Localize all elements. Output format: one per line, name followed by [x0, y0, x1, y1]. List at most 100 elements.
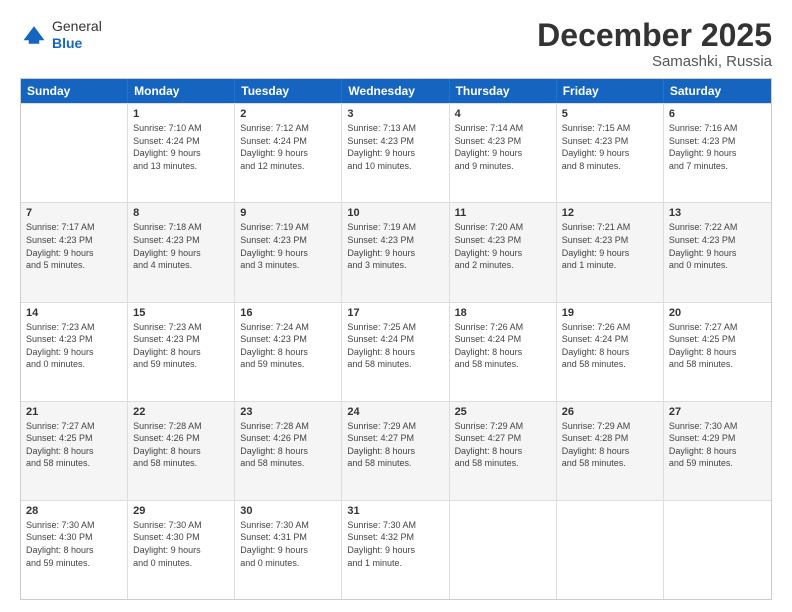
day-info: Sunrise: 7:25 AM Sunset: 4:24 PM Dayligh…	[347, 321, 443, 371]
weekday-header-monday: Monday	[128, 79, 235, 103]
calendar-header: SundayMondayTuesdayWednesdayThursdayFrid…	[21, 79, 771, 103]
calendar-cell: 23 Sunrise: 7:28 AM Sunset: 4:26 PM Dayli…	[235, 402, 342, 500]
logo-text: General Blue	[52, 18, 102, 52]
logo-icon	[20, 21, 48, 49]
weekday-header-wednesday: Wednesday	[342, 79, 449, 103]
day-info: Sunrise: 7:19 AM Sunset: 4:23 PM Dayligh…	[240, 221, 336, 271]
day-number: 10	[347, 207, 443, 219]
day-number: 7	[26, 207, 122, 219]
location: Samashki, Russia	[537, 53, 772, 70]
month-title: December 2025	[537, 18, 772, 53]
weekday-header-friday: Friday	[557, 79, 664, 103]
day-number: 9	[240, 207, 336, 219]
calendar-row-3: 14 Sunrise: 7:23 AM Sunset: 4:23 PM Dayli…	[21, 302, 771, 401]
day-info: Sunrise: 7:27 AM Sunset: 4:25 PM Dayligh…	[26, 420, 122, 470]
calendar-cell	[557, 501, 664, 599]
logo-blue: Blue	[52, 35, 102, 52]
calendar-cell	[450, 501, 557, 599]
day-number: 23	[240, 406, 336, 418]
logo: General Blue	[20, 18, 102, 52]
day-number: 24	[347, 406, 443, 418]
calendar-row-5: 28Sunrise: 7:30 AM Sunset: 4:30 PM Dayli…	[21, 500, 771, 599]
calendar-cell: 11Sunrise: 7:20 AM Sunset: 4:23 PM Dayli…	[450, 203, 557, 301]
day-number: 30	[240, 505, 336, 517]
calendar-cell	[21, 104, 128, 202]
calendar-cell: 14 Sunrise: 7:23 AM Sunset: 4:23 PM Dayli…	[21, 303, 128, 401]
calendar-row-2: 7 Sunrise: 7:17 AM Sunset: 4:23 PM Daylig…	[21, 202, 771, 301]
day-info: Sunrise: 7:23 AM Sunset: 4:23 PM Dayligh…	[133, 321, 229, 371]
day-number: 13	[669, 207, 766, 219]
day-number: 21	[26, 406, 122, 418]
calendar-cell: 19 Sunrise: 7:26 AM Sunset: 4:24 PM Dayli…	[557, 303, 664, 401]
day-info: Sunrise: 7:28 AM Sunset: 4:26 PM Dayligh…	[240, 420, 336, 470]
calendar-cell: 13 Sunrise: 7:22 AM Sunset: 4:23 PM Dayli…	[664, 203, 771, 301]
logo-general: General	[52, 18, 102, 35]
day-number: 16	[240, 307, 336, 319]
day-info: Sunrise: 7:17 AM Sunset: 4:23 PM Dayligh…	[26, 221, 122, 271]
day-number: 31	[347, 505, 443, 517]
weekday-header-tuesday: Tuesday	[235, 79, 342, 103]
day-info: Sunrise: 7:28 AM Sunset: 4:26 PM Dayligh…	[133, 420, 229, 470]
calendar-cell: 4 Sunrise: 7:14 AM Sunset: 4:23 PM Daylig…	[450, 104, 557, 202]
calendar-cell: 29Sunrise: 7:30 AM Sunset: 4:30 PM Dayli…	[128, 501, 235, 599]
weekday-header-sunday: Sunday	[21, 79, 128, 103]
calendar-cell: 18Sunrise: 7:26 AM Sunset: 4:24 PM Dayli…	[450, 303, 557, 401]
day-number: 2	[240, 108, 336, 120]
day-number: 27	[669, 406, 766, 418]
day-info: Sunrise: 7:22 AM Sunset: 4:23 PM Dayligh…	[669, 221, 766, 271]
day-info: Sunrise: 7:30 AM Sunset: 4:31 PM Dayligh…	[240, 519, 336, 569]
header: General Blue December 2025 Samashki, Rus…	[20, 18, 772, 70]
day-info: Sunrise: 7:23 AM Sunset: 4:23 PM Dayligh…	[26, 321, 122, 371]
day-info: Sunrise: 7:10 AM Sunset: 4:24 PM Dayligh…	[133, 122, 229, 172]
calendar-cell: 27 Sunrise: 7:30 AM Sunset: 4:29 PM Dayli…	[664, 402, 771, 500]
day-info: Sunrise: 7:24 AM Sunset: 4:23 PM Dayligh…	[240, 321, 336, 371]
calendar-cell: 2 Sunrise: 7:12 AM Sunset: 4:24 PM Daylig…	[235, 104, 342, 202]
day-info: Sunrise: 7:15 AM Sunset: 4:23 PM Dayligh…	[562, 122, 658, 172]
day-info: Sunrise: 7:16 AM Sunset: 4:23 PM Dayligh…	[669, 122, 766, 172]
calendar-cell: 30 Sunrise: 7:30 AM Sunset: 4:31 PM Dayli…	[235, 501, 342, 599]
day-info: Sunrise: 7:30 AM Sunset: 4:30 PM Dayligh…	[26, 519, 122, 569]
calendar-cell: 21 Sunrise: 7:27 AM Sunset: 4:25 PM Dayli…	[21, 402, 128, 500]
day-number: 18	[455, 307, 551, 319]
calendar-cell: 9 Sunrise: 7:19 AM Sunset: 4:23 PM Daylig…	[235, 203, 342, 301]
calendar-row-1: 1 Sunrise: 7:10 AM Sunset: 4:24 PM Daylig…	[21, 103, 771, 202]
day-number: 1	[133, 108, 229, 120]
calendar-cell: 17Sunrise: 7:25 AM Sunset: 4:24 PM Dayli…	[342, 303, 449, 401]
day-info: Sunrise: 7:18 AM Sunset: 4:23 PM Dayligh…	[133, 221, 229, 271]
day-info: Sunrise: 7:14 AM Sunset: 4:23 PM Dayligh…	[455, 122, 551, 172]
day-number: 12	[562, 207, 658, 219]
day-number: 8	[133, 207, 229, 219]
day-info: Sunrise: 7:12 AM Sunset: 4:24 PM Dayligh…	[240, 122, 336, 172]
calendar-cell: 24 Sunrise: 7:29 AM Sunset: 4:27 PM Dayli…	[342, 402, 449, 500]
calendar-body: 1 Sunrise: 7:10 AM Sunset: 4:24 PM Daylig…	[21, 103, 771, 599]
day-number: 25	[455, 406, 551, 418]
calendar-cell: 22 Sunrise: 7:28 AM Sunset: 4:26 PM Dayli…	[128, 402, 235, 500]
calendar-cell: 10 Sunrise: 7:19 AM Sunset: 4:23 PM Dayli…	[342, 203, 449, 301]
calendar-cell: 12 Sunrise: 7:21 AM Sunset: 4:23 PM Dayli…	[557, 203, 664, 301]
day-number: 15	[133, 307, 229, 319]
day-info: Sunrise: 7:30 AM Sunset: 4:29 PM Dayligh…	[669, 420, 766, 470]
calendar: SundayMondayTuesdayWednesdayThursdayFrid…	[20, 78, 772, 600]
day-number: 19	[562, 307, 658, 319]
calendar-cell: 31 Sunrise: 7:30 AM Sunset: 4:32 PM Dayli…	[342, 501, 449, 599]
day-info: Sunrise: 7:19 AM Sunset: 4:23 PM Dayligh…	[347, 221, 443, 271]
day-number: 22	[133, 406, 229, 418]
day-info: Sunrise: 7:29 AM Sunset: 4:27 PM Dayligh…	[455, 420, 551, 470]
day-info: Sunrise: 7:27 AM Sunset: 4:25 PM Dayligh…	[669, 321, 766, 371]
day-info: Sunrise: 7:29 AM Sunset: 4:27 PM Dayligh…	[347, 420, 443, 470]
day-number: 3	[347, 108, 443, 120]
day-number: 26	[562, 406, 658, 418]
calendar-cell: 6 Sunrise: 7:16 AM Sunset: 4:23 PM Daylig…	[664, 104, 771, 202]
calendar-cell: 7 Sunrise: 7:17 AM Sunset: 4:23 PM Daylig…	[21, 203, 128, 301]
calendar-cell: 16 Sunrise: 7:24 AM Sunset: 4:23 PM Dayli…	[235, 303, 342, 401]
day-number: 14	[26, 307, 122, 319]
day-number: 6	[669, 108, 766, 120]
day-info: Sunrise: 7:29 AM Sunset: 4:28 PM Dayligh…	[562, 420, 658, 470]
day-number: 4	[455, 108, 551, 120]
day-number: 5	[562, 108, 658, 120]
calendar-row-4: 21 Sunrise: 7:27 AM Sunset: 4:25 PM Dayli…	[21, 401, 771, 500]
day-info: Sunrise: 7:21 AM Sunset: 4:23 PM Dayligh…	[562, 221, 658, 271]
day-info: Sunrise: 7:26 AM Sunset: 4:24 PM Dayligh…	[562, 321, 658, 371]
calendar-cell: 25 Sunrise: 7:29 AM Sunset: 4:27 PM Dayli…	[450, 402, 557, 500]
day-info: Sunrise: 7:30 AM Sunset: 4:32 PM Dayligh…	[347, 519, 443, 569]
